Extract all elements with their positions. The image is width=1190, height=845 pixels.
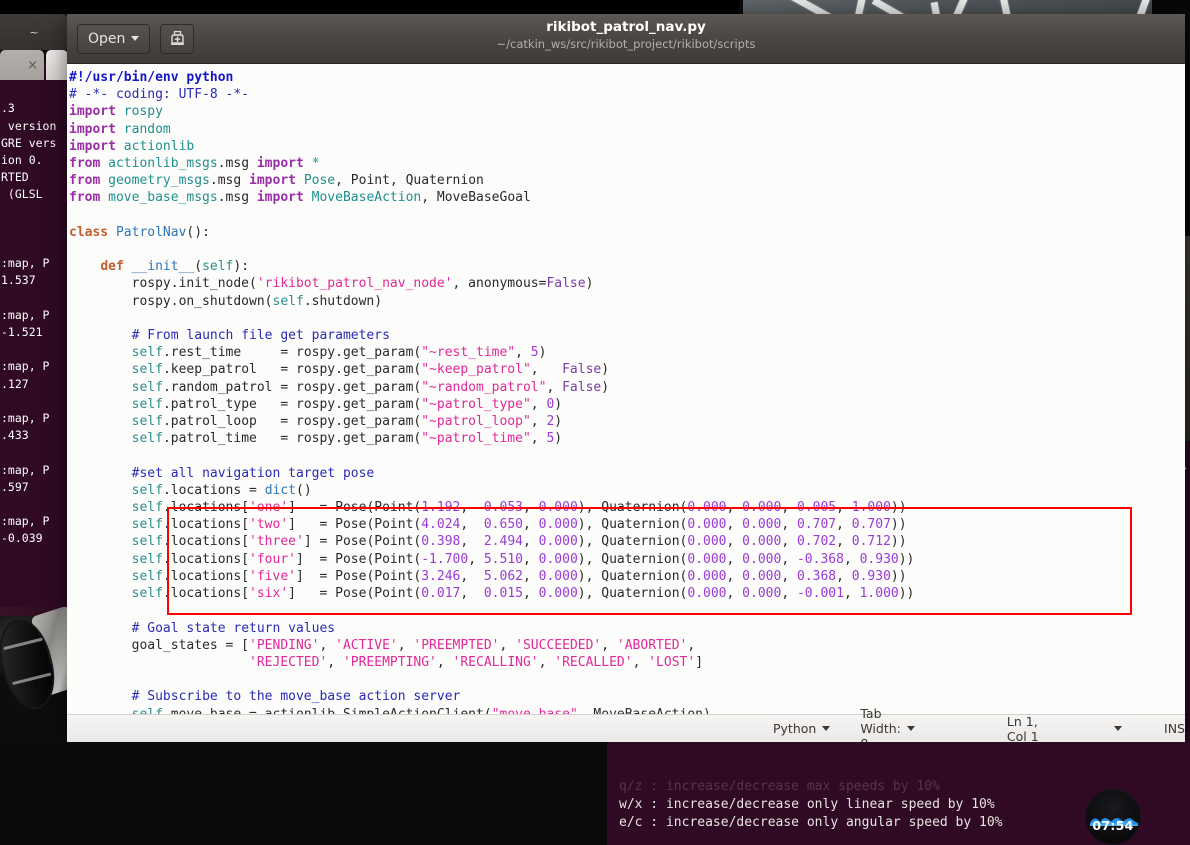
open-button-label: Open: [88, 30, 126, 47]
terminal-tab-next[interactable]: [46, 50, 68, 80]
terminal-line: ion 0.: [1, 153, 43, 168]
open-button[interactable]: Open: [77, 23, 151, 54]
background-terminal[interactable]: .3 version GRE vers ion 0. RTED (GLSL :map,…: [0, 62, 70, 607]
page-title: rikibot_patrol_nav.py: [546, 19, 706, 35]
terminal-line: 1.537: [1, 273, 36, 288]
clock-widget[interactable]: 07:54: [1085, 789, 1141, 845]
terminal-line: RTED: [1, 170, 29, 185]
code-editor-area[interactable]: #!/usr/bin/env python # -*- coding: UTF-…: [67, 64, 1185, 720]
terminal-line: :map, P: [1, 307, 50, 322]
chevron-down-icon: [131, 36, 140, 41]
save-icon: [171, 30, 184, 45]
cursor-position: Ln 1, Col 1: [1007, 714, 1040, 743]
insert-mode-label: INS: [1164, 721, 1185, 736]
tab-width-selector[interactable]: Tab Width: 8: [860, 706, 915, 742]
gedit-headerbar: Open rikibot_patrol_nav.py ~/catkin_ws/s…: [67, 14, 1185, 64]
bottom-left-dark-area: [0, 742, 607, 845]
terminal-line: :map, P: [1, 256, 50, 271]
terminal-tab[interactable]: ×: [0, 50, 44, 80]
cursor-position-label: Ln 1, Col 1: [1006, 713, 1039, 743]
source-code[interactable]: #!/usr/bin/env python # -*- coding: UTF-…: [67, 69, 1185, 720]
bg-terminal-output: .3 version GRE vers ion 0. RTED (GLSL :map,…: [1, 100, 68, 547]
save-button[interactable]: [160, 23, 195, 54]
terminal-line: version: [1, 118, 57, 133]
file-path-subtitle: ~/catkin_ws/src/rikibot_project/rikibot/…: [496, 37, 756, 51]
terminal-line: (GLSL: [1, 187, 50, 202]
terminal-line: :map, P: [1, 462, 50, 477]
terminal-line: .597: [1, 479, 29, 494]
terminal-line: GRE vers: [1, 135, 57, 150]
background-terminal-title: ~: [29, 25, 39, 39]
screen: .3 version GRE vers ion 0. RTED (GLSL :map,…: [0, 0, 1190, 845]
chevron-down-icon: [1114, 726, 1123, 731]
close-icon[interactable]: ×: [27, 58, 38, 73]
terminal-line: .433: [1, 428, 29, 443]
background-terminal-titlebar[interactable]: ~: [0, 14, 68, 50]
terminal-line: -1.521: [1, 325, 43, 340]
terminal-line: :map, P: [1, 514, 50, 529]
terminal-line: .127: [1, 376, 29, 391]
gedit-window: Open rikibot_patrol_nav.py ~/catkin_ws/s…: [67, 14, 1185, 742]
background-terminal-tabbar: ×: [0, 50, 68, 80]
statusbar-dropdown[interactable]: [1114, 726, 1123, 731]
terminal-line: :map, P: [1, 411, 50, 426]
gedit-title-block: rikibot_patrol_nav.py ~/catkin_ws/src/ri…: [67, 18, 1185, 52]
chevron-down-icon: [822, 726, 831, 731]
chevron-down-icon: [906, 726, 915, 731]
insert-mode-indicator: INS: [1164, 721, 1185, 736]
terminal-line: -0.039: [1, 531, 43, 546]
tab-width-label: Tab Width: 8: [860, 706, 901, 742]
language-label: Python: [773, 721, 817, 736]
clock-time: 07:54: [1092, 818, 1134, 833]
terminal-line: :map, P: [1, 359, 50, 374]
gedit-statusbar: Python Tab Width: 8 Ln 1, Col 1 INS: [67, 706, 1185, 743]
language-selector[interactable]: Python: [773, 721, 831, 736]
terminal-line: .3: [1, 101, 15, 116]
